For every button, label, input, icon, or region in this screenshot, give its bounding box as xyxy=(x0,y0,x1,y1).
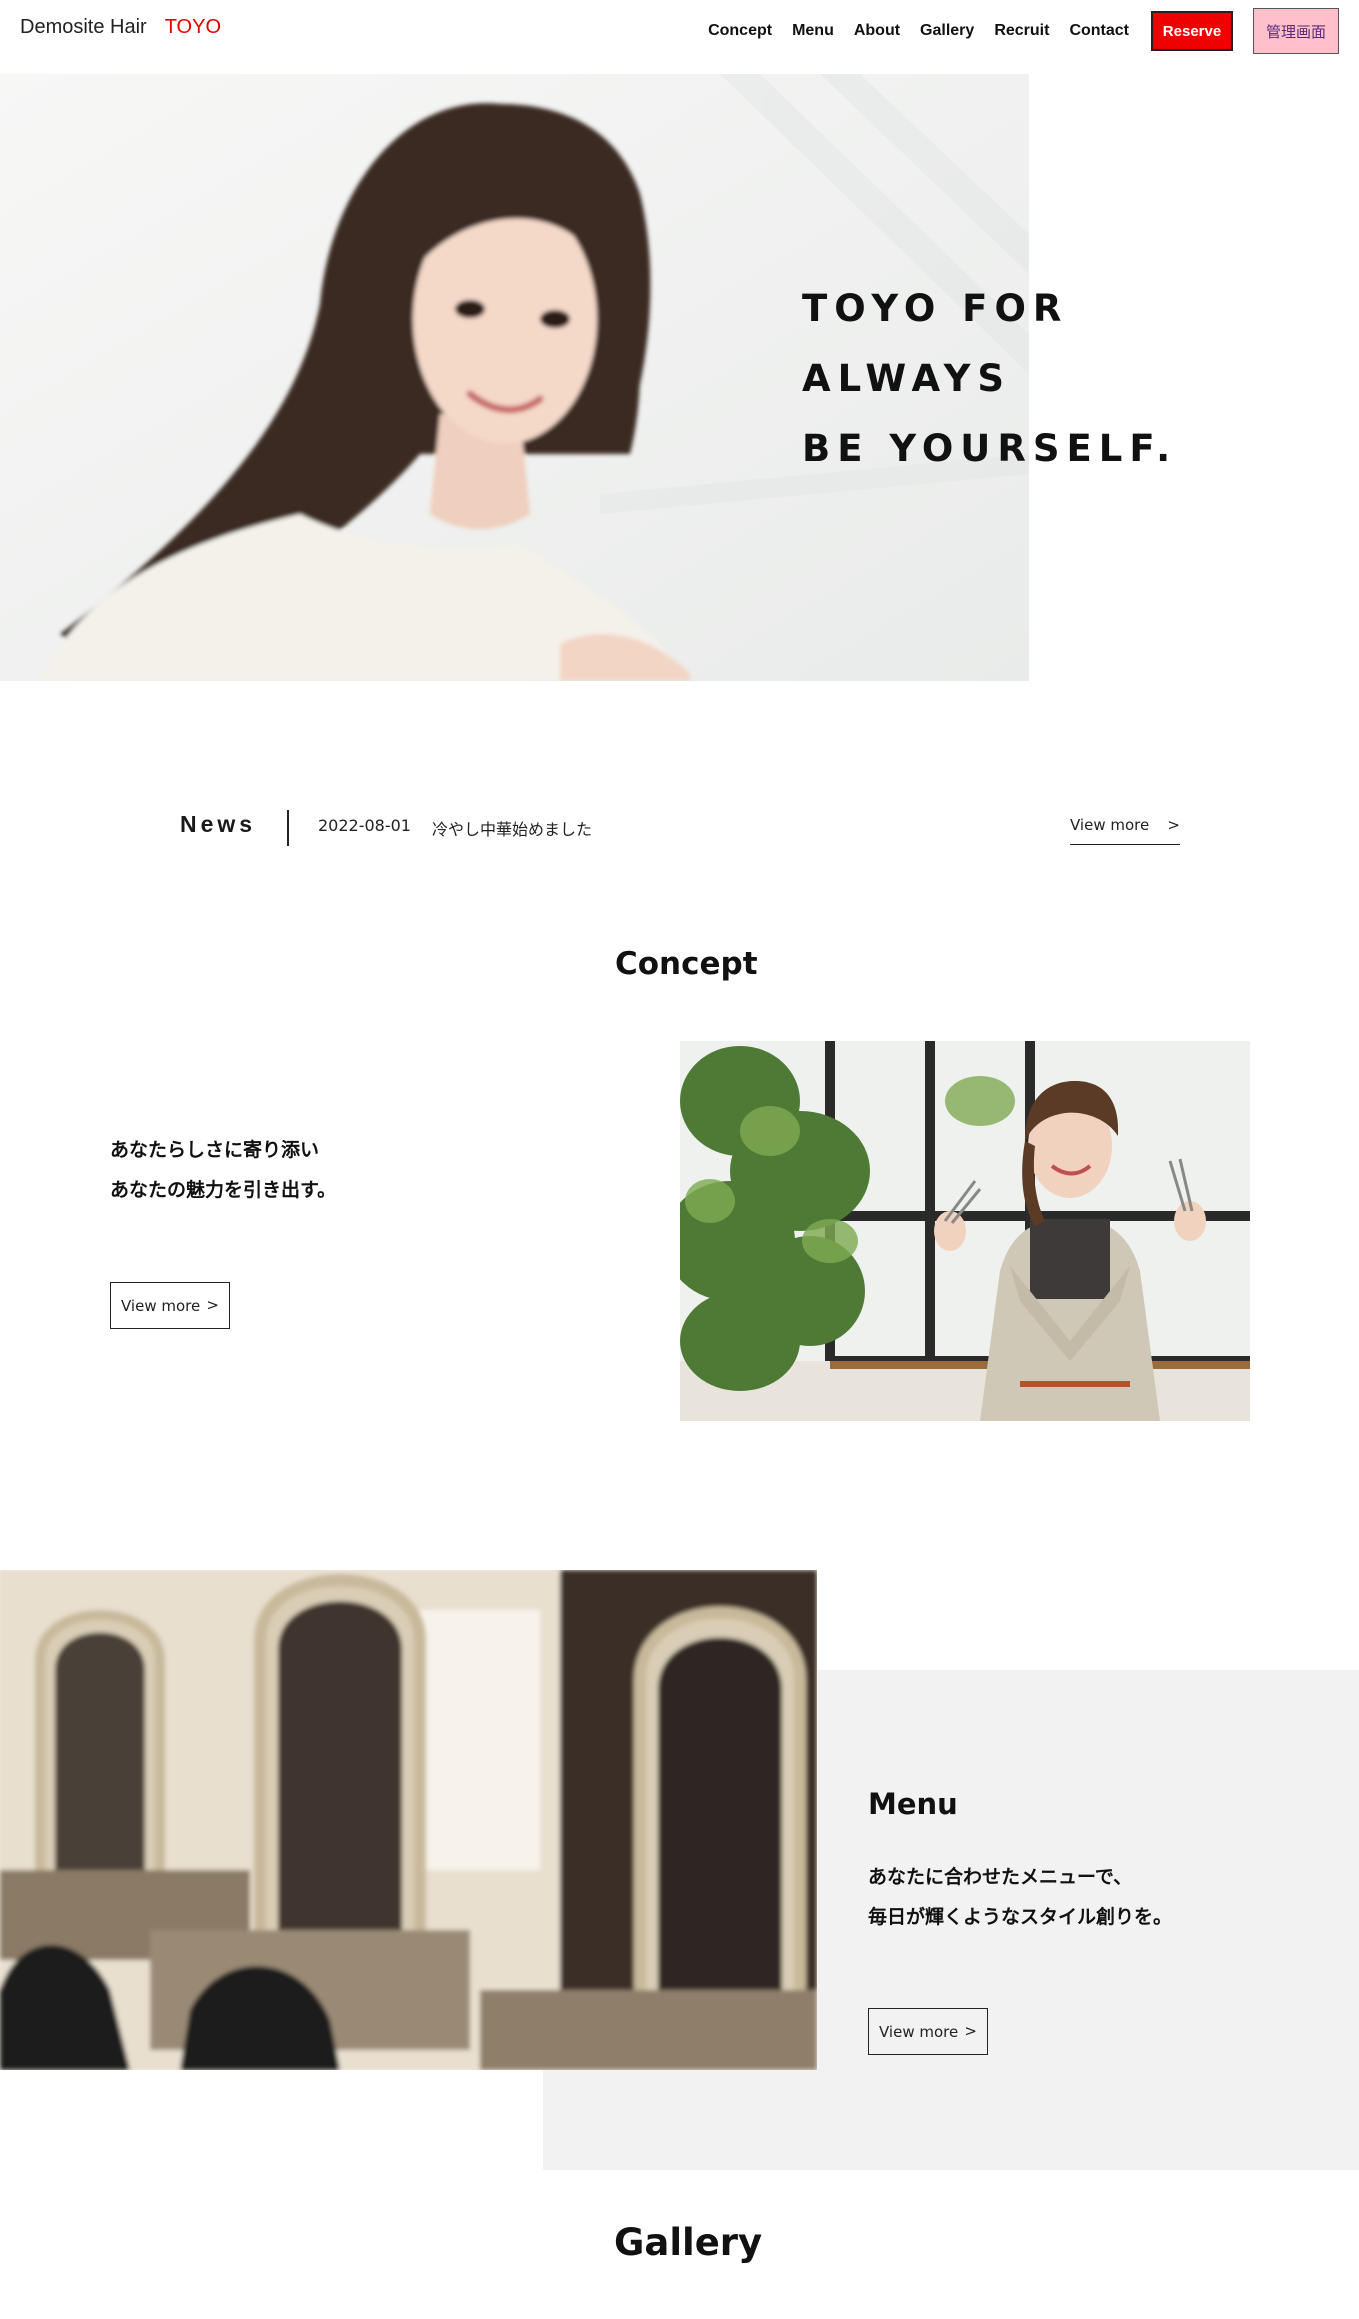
reserve-button[interactable]: Reserve xyxy=(1151,11,1233,51)
admin-button[interactable]: 管理画面 xyxy=(1253,8,1339,54)
chevron-right-icon: > xyxy=(206,1296,219,1314)
chevron-right-icon: > xyxy=(964,2022,977,2040)
menu-heading: Menu xyxy=(868,1787,958,1821)
concept-view-more-button[interactable]: View more > xyxy=(110,1282,230,1329)
hero-tagline: TOYO FOR ALWAYS BE YOURSELF. xyxy=(802,274,1177,484)
concept-heading: Concept xyxy=(615,946,758,982)
nav-gallery[interactable]: Gallery xyxy=(920,22,974,40)
concept-lead-line-1: あなたらしさに寄り添い xyxy=(110,1139,320,1161)
news-view-more-label: View more xyxy=(1070,816,1150,834)
salon-mirrors-illustration xyxy=(0,1570,817,2070)
nav-menu[interactable]: Menu xyxy=(792,22,834,40)
hero-line-2: ALWAYS xyxy=(802,357,1012,400)
site-logo[interactable]: Demosite Hair TOYO xyxy=(20,16,221,39)
news-title: News xyxy=(180,811,257,837)
site-header: Demosite Hair TOYO Concept Menu About Gal… xyxy=(0,0,1359,74)
menu-image xyxy=(0,1570,817,2070)
menu-lead-line-2: 毎日が輝くようなスタイル創りを。 xyxy=(868,1906,1173,1928)
concept-view-more-label: View more xyxy=(121,1296,201,1315)
concept-lead: あなたらしさに寄り添い あなたの魅力を引き出す。 xyxy=(110,1130,336,1210)
brand-name: Demosite Hair xyxy=(20,16,147,38)
news-headline[interactable]: 冷やし中華始めました xyxy=(432,816,592,840)
news-date: 2022-08-01 xyxy=(318,816,411,835)
stylist-illustration xyxy=(680,1041,1250,1421)
hero-line-3: BE YOURSELF. xyxy=(802,427,1178,470)
gallery-heading: Gallery xyxy=(614,2221,763,2264)
menu-lead-line-1: あなたに合わせたメニューで、 xyxy=(868,1866,1133,1888)
chevron-right-icon: > xyxy=(1167,816,1180,834)
main-nav: Concept Menu About Gallery Recruit Conta… xyxy=(698,8,1339,54)
nav-about[interactable]: About xyxy=(854,22,900,40)
news-divider xyxy=(287,810,289,846)
news-view-more-link[interactable]: View more > xyxy=(1070,816,1180,845)
brand-accent: TOYO xyxy=(164,16,222,38)
menu-lead: あなたに合わせたメニューで、 毎日が輝くようなスタイル創りを。 xyxy=(868,1857,1172,1937)
concept-lead-line-2: あなたの魅力を引き出す。 xyxy=(110,1179,337,1201)
concept-image xyxy=(680,1041,1250,1421)
nav-concept[interactable]: Concept xyxy=(708,22,772,40)
menu-view-more-label: View more xyxy=(879,2022,959,2041)
nav-recruit[interactable]: Recruit xyxy=(994,22,1049,40)
nav-contact[interactable]: Contact xyxy=(1069,22,1129,40)
hero-line-1: TOYO FOR xyxy=(802,287,1069,330)
menu-view-more-button[interactable]: View more > xyxy=(868,2008,988,2055)
